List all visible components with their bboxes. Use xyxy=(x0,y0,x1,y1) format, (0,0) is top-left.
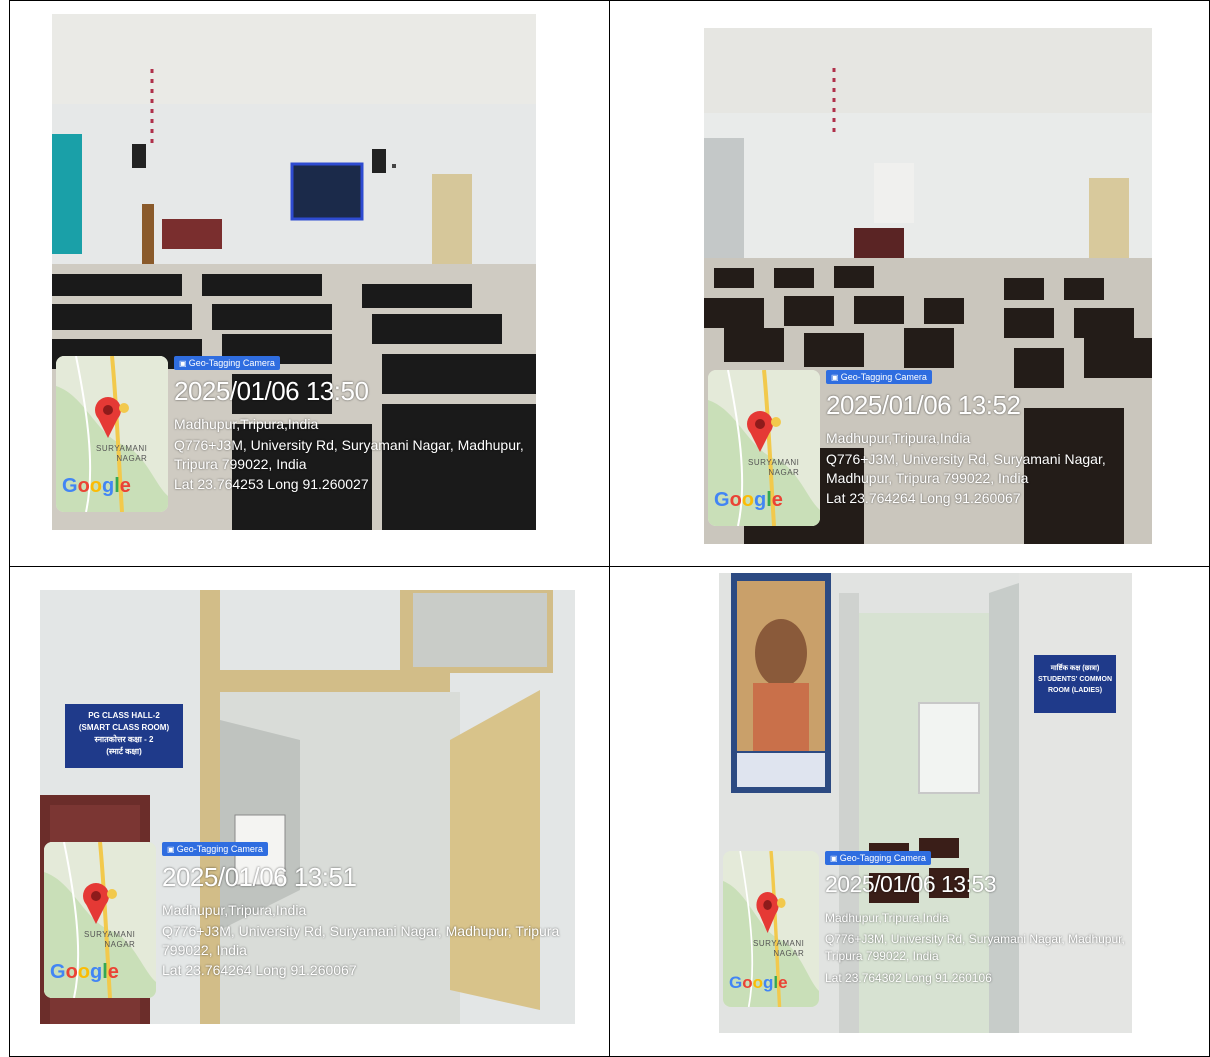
photo-coordinates: Lat 23.764302 Long 91.260106 xyxy=(825,971,992,985)
classroom-sign: PG CLASS HALL-2 (SMART CLASS ROOM) स्नात… xyxy=(65,704,183,768)
photo-place: Madhupur,Tripura,India xyxy=(825,911,949,925)
geotag-overlay-1: SURYAMANINAGAR Google Geo-Tagging Camera… xyxy=(56,352,536,512)
geotag-camera-badge: Geo-Tagging Camera xyxy=(825,851,931,865)
geotag-overlay-3: SURYAMANINAGAR Google Geo-Tagging Camera… xyxy=(44,838,575,998)
sign-line-3: ROOM (LADIES) xyxy=(1047,687,1103,694)
photo-coordinates: Lat 23.764253 Long 91.260027 xyxy=(174,476,369,492)
photo-timestamp: 2025/01/06 13:52 xyxy=(826,390,1021,420)
geotag-info: Geo-Tagging Camera 2025/01/06 13:51 Madh… xyxy=(162,842,575,998)
photo-timestamp: 2025/01/06 13:51 xyxy=(162,862,357,892)
sign-line-2: (SMART CLASS ROOM) xyxy=(78,723,170,732)
map-thumbnail: SURYAMANI NAGAR Google xyxy=(708,370,820,526)
google-logo: Google xyxy=(50,961,119,983)
sign-line-1: मार्ष्टिक कक्ष (छात्रा) xyxy=(1050,665,1100,672)
map-area-label: SURYAMANI NAGAR xyxy=(748,458,800,477)
map-area-label: SURYAMANI NAGAR xyxy=(96,444,148,463)
sign-line-4: (स्मार्ट कक्षा) xyxy=(106,747,142,756)
sign-line-2: STUDENTS' COMMON xyxy=(1038,676,1112,683)
geotag-overlay-2: SURYAMANINAGAR Google Geo-Tagging Camera… xyxy=(708,366,1152,526)
photo-timestamp: 2025/01/06 13:50 xyxy=(174,376,369,406)
map-area-label: SURYAMANI NAGAR xyxy=(84,930,136,949)
table-divider-vertical xyxy=(609,0,610,1057)
google-logo: Google xyxy=(714,489,783,511)
google-logo: Google xyxy=(729,973,788,992)
classroom-photo-1: SURYAMANINAGAR Google Geo-Tagging Camera… xyxy=(52,14,536,530)
photo-place: Madhupur,Tripura,India xyxy=(174,416,319,432)
geotag-info: Geo-Tagging Camera 2025/01/06 13:52 Madh… xyxy=(826,370,1152,526)
geotag-camera-badge: Geo-Tagging Camera xyxy=(174,356,280,370)
photo-address: Q776+J3M, University Rd, Suryamani Nagar… xyxy=(162,923,560,958)
classroom-photo-4: मार्ष्टिक कक्ष (छात्रा) STUDENTS' COMMON… xyxy=(719,573,1132,1033)
photo-address: Q776+J3M, University Rd, Suryamani Nagar… xyxy=(825,932,1125,963)
photo-place: Madhupur,Tripura,India xyxy=(826,430,971,446)
photo-place: Madhupur,Tripura,India xyxy=(162,902,307,918)
map-area-label: SURYAMANI NAGAR xyxy=(753,939,805,958)
geotag-camera-badge: Geo-Tagging Camera xyxy=(162,842,268,856)
google-logo: Google xyxy=(62,475,131,497)
geotag-camera-badge: Geo-Tagging Camera xyxy=(826,370,932,384)
common-room-sign: मार्ष्टिक कक्ष (छात्रा) STUDENTS' COMMON… xyxy=(1034,655,1116,713)
photo-address: Q776+J3M, University Rd, Suryamani Nagar… xyxy=(174,437,524,472)
photo-timestamp: 2025/01/06 13:53 xyxy=(825,871,997,897)
photo-coordinates: Lat 23.764264 Long 91.260067 xyxy=(162,962,357,978)
classroom-photo-2: SURYAMANINAGAR Google Geo-Tagging Camera… xyxy=(704,28,1152,544)
map-thumbnail: SURYAMANI NAGAR Google xyxy=(56,356,168,512)
geotag-info: Geo-Tagging Camera 2025/01/06 13:50 Madh… xyxy=(174,356,536,512)
classroom-photo-3: PG CLASS HALL-2 (SMART CLASS ROOM) स्नात… xyxy=(40,590,575,1024)
geotag-overlay-4: SURYAMANINAGAR Google Geo-Tagging Camera… xyxy=(723,847,1132,1007)
map-thumbnail: SURYAMANI NAGAR Google xyxy=(44,842,156,998)
photo-address: Q776+J3M, University Rd, Suryamani Nagar… xyxy=(826,451,1106,486)
sign-line-3: स्नातकोत्तर कक्षा - 2 xyxy=(94,735,154,744)
geotag-info: Geo-Tagging Camera 2025/01/06 13:53 Madh… xyxy=(825,851,1132,1007)
table-divider-horizontal xyxy=(9,566,1210,567)
map-thumbnail: SURYAMANI NAGAR Google xyxy=(723,851,819,1007)
sign-line-1: PG CLASS HALL-2 xyxy=(88,711,160,720)
photo-coordinates: Lat 23.764264 Long 91.260067 xyxy=(826,490,1021,506)
